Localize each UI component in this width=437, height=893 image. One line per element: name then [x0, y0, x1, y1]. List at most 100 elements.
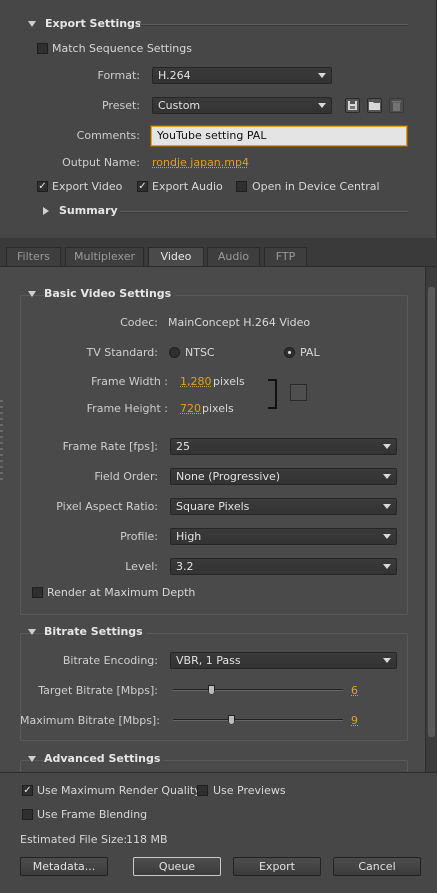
metadata-button[interactable]: Metadata...: [20, 857, 108, 876]
collapse-export-settings-icon[interactable]: [28, 21, 36, 27]
chevron-down-icon: [383, 504, 391, 509]
pal-radio[interactable]: [284, 347, 295, 358]
save-preset-button[interactable]: [345, 98, 360, 113]
codec-value: MainConcept H.264 Video: [168, 316, 311, 329]
cancel-button[interactable]: Cancel: [333, 857, 421, 876]
tab-audio[interactable]: Audio: [207, 247, 260, 266]
target-bitrate-slider[interactable]: [173, 685, 343, 695]
frame-height-value[interactable]: 720: [180, 402, 201, 415]
export-audio-label: Export Audio: [152, 180, 223, 193]
max-bitrate-slider[interactable]: [173, 715, 343, 725]
export-settings-title: Export Settings: [45, 17, 142, 30]
profile-dropdown[interactable]: High: [170, 528, 397, 545]
field-order-dropdown[interactable]: None (Progressive): [170, 468, 397, 485]
pixel-aspect-dropdown[interactable]: Square Pixels: [170, 498, 397, 515]
chevron-down-icon: [383, 564, 391, 569]
frame-width-label: Frame Width :: [91, 375, 168, 388]
summary-title[interactable]: Summary: [59, 204, 118, 217]
import-preset-button[interactable]: [367, 98, 382, 113]
bitrate-encoding-label: Bitrate Encoding:: [62, 654, 158, 667]
tab-video[interactable]: Video: [148, 247, 204, 267]
trash-icon: [392, 101, 401, 111]
device-central-checkbox[interactable]: [236, 181, 247, 192]
frame-rate-label: Frame Rate [fps]:: [62, 440, 158, 453]
output-name-link[interactable]: rondje japan.mp4: [152, 156, 249, 169]
device-central-label: Open in Device Central: [252, 180, 380, 193]
pal-label: PAL: [300, 346, 320, 359]
panel-resize-handle[interactable]: [0, 400, 3, 480]
pixel-aspect-label: Pixel Aspect Ratio:: [56, 500, 158, 513]
aspect-link-bracket: [268, 379, 277, 409]
profile-value: High: [176, 530, 202, 543]
basic-video-title: Basic Video Settings: [44, 287, 176, 300]
render-max-depth-label: Render at Maximum Depth: [47, 586, 196, 599]
queue-button[interactable]: Queue: [133, 857, 221, 876]
export-video-checkbox[interactable]: ✓: [37, 181, 48, 192]
max-render-quality-checkbox[interactable]: ✓: [22, 785, 33, 796]
chevron-down-icon: [383, 474, 391, 479]
format-dropdown[interactable]: H.264: [152, 67, 332, 84]
collapse-basic-video-icon[interactable]: [28, 291, 36, 297]
frame-width-unit: pixels: [213, 375, 245, 388]
format-value: H.264: [158, 69, 191, 82]
divider: [0, 266, 437, 267]
advanced-title: Advanced Settings: [44, 752, 165, 765]
chevron-down-icon: [383, 658, 391, 663]
pixel-aspect-value: Square Pixels: [176, 500, 250, 513]
export-audio-checkbox[interactable]: ✓: [137, 181, 148, 192]
preset-label: Preset:: [101, 99, 140, 112]
max-bitrate-label: Maximum Bitrate [Mbps]:: [20, 714, 160, 727]
codec-label: Codec:: [120, 316, 158, 329]
export-settings-panel: [0, 0, 437, 238]
save-icon: [348, 101, 357, 110]
export-button[interactable]: Export: [233, 857, 321, 876]
divider: [140, 24, 408, 25]
export-video-label: Export Video: [52, 180, 123, 193]
bitrate-title: Bitrate Settings: [44, 625, 147, 638]
chevron-down-icon: [318, 73, 326, 78]
constrain-proportions-toggle[interactable]: [290, 384, 307, 401]
comments-label: Comments:: [76, 129, 140, 142]
match-sequence-checkbox[interactable]: [37, 43, 48, 54]
ntsc-label: NTSC: [185, 346, 215, 359]
frame-blending-checkbox[interactable]: [22, 809, 33, 820]
tv-standard-label: TV Standard:: [86, 346, 159, 359]
match-sequence-label: Match Sequence Settings: [52, 42, 192, 55]
collapse-bitrate-icon[interactable]: [28, 629, 36, 635]
chevron-down-icon: [383, 534, 391, 539]
comments-input[interactable]: YouTube setting PAL: [151, 126, 407, 146]
preset-dropdown[interactable]: Custom: [152, 97, 332, 114]
tab-filters[interactable]: Filters: [6, 247, 61, 266]
profile-label: Profile:: [120, 530, 158, 543]
max-bitrate-value[interactable]: 9: [351, 714, 358, 727]
bitrate-encoding-value: VBR, 1 Pass: [176, 654, 241, 667]
expand-summary-icon[interactable]: [43, 207, 49, 215]
ntsc-radio[interactable]: [169, 347, 180, 358]
level-dropdown[interactable]: 3.2: [170, 558, 397, 575]
format-label: Format:: [97, 69, 140, 82]
chevron-down-icon: [318, 103, 326, 108]
file-size-value: 118 MB: [126, 833, 168, 846]
max-render-quality-label: Use Maximum Render Quality: [37, 784, 201, 797]
frame-rate-dropdown[interactable]: 25: [170, 438, 397, 455]
use-previews-label: Use Previews: [213, 784, 286, 797]
tab-multiplexer[interactable]: Multiplexer: [65, 247, 144, 266]
field-order-label: Field Order:: [94, 470, 158, 483]
use-previews-checkbox[interactable]: [197, 785, 208, 796]
target-bitrate-value[interactable]: 6: [351, 684, 358, 697]
folder-icon: [369, 102, 380, 110]
delete-preset-button[interactable]: [389, 98, 404, 113]
tab-ftp[interactable]: FTP: [264, 247, 307, 266]
output-name-label: Output Name:: [62, 156, 140, 169]
vertical-scrollbar[interactable]: [425, 267, 437, 772]
level-label: Level:: [125, 560, 158, 573]
frame-blending-label: Use Frame Blending: [37, 808, 148, 821]
frame-width-value[interactable]: 1,280: [180, 375, 212, 388]
frame-rate-value: 25: [176, 440, 190, 453]
scrollbar-thumb[interactable]: [428, 287, 435, 737]
target-bitrate-label: Target Bitrate [Mbps]:: [38, 684, 158, 697]
bitrate-encoding-dropdown[interactable]: VBR, 1 Pass: [170, 652, 397, 669]
chevron-down-icon: [383, 444, 391, 449]
render-max-depth-checkbox[interactable]: [32, 587, 43, 598]
collapse-advanced-icon[interactable]: [28, 756, 36, 762]
